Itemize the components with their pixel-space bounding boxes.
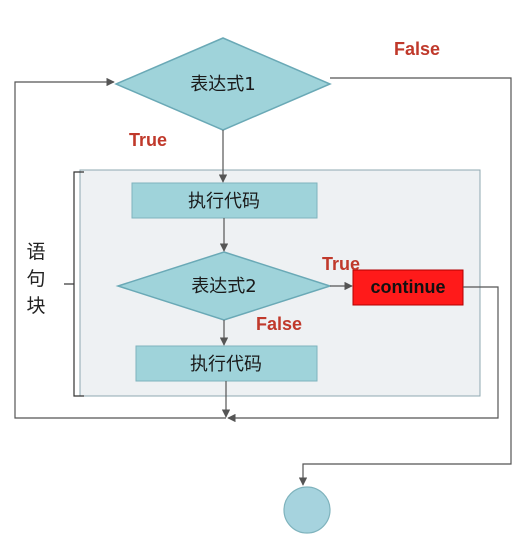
- block-label-char-1: 语: [26, 241, 45, 263]
- block-label-char-2: 句: [26, 268, 45, 290]
- false-label-inner: False: [256, 314, 302, 334]
- false-label-top: False: [394, 39, 440, 59]
- loop-continue-flowchart: 表达式1 执行代码 表达式2 执行代码 continue False True …: [14, 37, 512, 534]
- true-label-inner: True: [322, 254, 360, 274]
- continue-label: continue: [371, 277, 446, 297]
- process1-label: 执行代码: [188, 191, 260, 212]
- decision1-label: 表达式1: [190, 74, 255, 95]
- decision2-label: 表达式2: [191, 276, 256, 297]
- block-label-char-3: 块: [26, 295, 45, 317]
- process2-label: 执行代码: [190, 354, 262, 375]
- end-terminal: [283, 486, 331, 534]
- true-label-top: True: [129, 130, 167, 150]
